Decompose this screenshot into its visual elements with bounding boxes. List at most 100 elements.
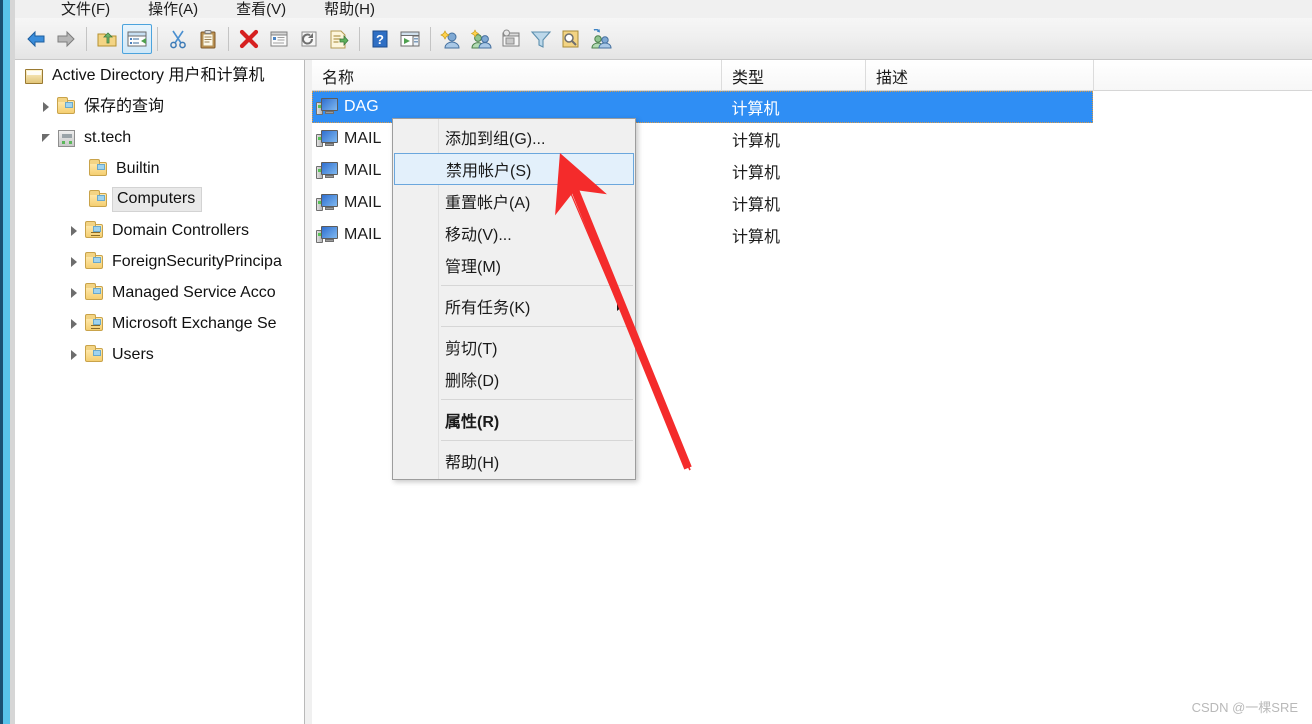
show-hide-console-tree-icon[interactable] (122, 23, 152, 54)
menu-file[interactable]: 文件(F) (61, 2, 110, 18)
context-menu-item-cut[interactable]: 剪切(T) (393, 331, 635, 363)
menu-bar: 文件(F) 操作(A) 查看(V) 帮助(H) (15, 0, 1312, 18)
context-menu-item-reset-account[interactable]: 重置帐户(A) (393, 185, 635, 217)
refresh-icon[interactable] (294, 24, 324, 54)
ou-folder-icon (83, 313, 105, 334)
menu-view[interactable]: 查看(V) (236, 2, 286, 18)
column-header-filler (1094, 60, 1312, 91)
menu-action[interactable]: 操作(A) (148, 2, 198, 18)
row-name-label: MAIL (344, 130, 382, 147)
toolbar: ? (15, 18, 1312, 60)
new-container-icon[interactable] (496, 24, 526, 54)
cell-type: 计算机 (732, 133, 781, 150)
chevron-right-icon[interactable] (65, 253, 83, 271)
svg-text:?: ? (376, 32, 384, 47)
menu-help[interactable]: 帮助(H) (324, 2, 375, 18)
context-menu-item-all-tasks[interactable]: 所有任务(K) (393, 290, 635, 322)
row-name-label: DAG (344, 98, 379, 115)
tree-item-label: Active Directory 用户和计算机 (52, 66, 265, 84)
cell-type: 计算机 (732, 229, 781, 246)
context-menu-item-move[interactable]: 移动(V)... (393, 217, 635, 249)
tree-item-label: st.tech (84, 128, 132, 146)
properties-icon[interactable] (264, 24, 294, 54)
back-icon[interactable] (21, 24, 51, 54)
tree-item-domain-st-tech[interactable]: st.tech (15, 122, 304, 153)
toolbar-separator (86, 26, 87, 51)
show-action-pane-icon[interactable] (395, 24, 425, 54)
context-menu-item-properties[interactable]: 属性(R) (393, 404, 635, 436)
column-header-type[interactable]: 类型 (722, 60, 866, 91)
tree-item-builtin[interactable]: Builtin (15, 153, 304, 184)
watermark: CSDN @一棵SRE (1191, 700, 1298, 715)
delete-icon[interactable] (234, 24, 264, 54)
console-root-icon (23, 66, 45, 86)
new-user-icon[interactable] (436, 24, 466, 54)
context-menu-separator (441, 440, 633, 441)
chevron-down-icon[interactable] (37, 129, 55, 147)
tree-item-users[interactable]: Users (15, 339, 304, 370)
filter-icon[interactable] (526, 24, 556, 54)
computer-icon (316, 224, 340, 246)
context-menu-item-disable-account[interactable]: 禁用帐户(S) (394, 153, 634, 185)
tree-item-label: Domain Controllers (112, 221, 249, 239)
context-menu-item-manage[interactable]: 管理(M) (393, 249, 635, 281)
tree-item-label: Microsoft Exchange Se (112, 314, 277, 332)
context-menu-separator (441, 326, 633, 327)
domain-icon (55, 128, 77, 148)
tree-item-label: Builtin (116, 159, 160, 177)
tree-item-label: Users (112, 345, 154, 363)
tree-item-domain-controllers[interactable]: Domain Controllers (15, 215, 304, 246)
chevron-right-icon[interactable] (65, 346, 83, 364)
row-name-label: MAIL (344, 226, 382, 243)
cell-name: DAG (312, 96, 721, 118)
cell-type: 计算机 (732, 197, 781, 214)
chevron-right-icon[interactable] (65, 284, 83, 302)
context-menu[interactable]: 添加到组(G)... 禁用帐户(S) 重置帐户(A) 移动(V)... 管理(M… (392, 118, 636, 480)
tree-item-microsoft-exchange-security-groups[interactable]: Microsoft Exchange Se (15, 308, 304, 339)
folder-icon (83, 282, 105, 303)
column-header-description[interactable]: 描述 (866, 60, 1094, 91)
tree-item-managed-service-accounts[interactable]: Managed Service Acco (15, 277, 304, 308)
row-name-label: MAIL (344, 162, 382, 179)
help-icon[interactable]: ? (365, 24, 395, 54)
toolbar-separator (430, 26, 431, 51)
folder-icon (83, 251, 105, 272)
context-menu-item-help[interactable]: 帮助(H) (393, 445, 635, 477)
folder-icon (87, 158, 109, 179)
toolbar-separator (157, 26, 158, 51)
submenu-arrow-icon (617, 301, 623, 311)
column-header-name[interactable]: 名称 (312, 60, 722, 91)
ou-folder-icon (83, 220, 105, 241)
context-menu-item-delete[interactable]: 删除(D) (393, 363, 635, 395)
tree-item-computers[interactable]: Computers (15, 184, 304, 215)
context-menu-item-add-to-group[interactable]: 添加到组(G)... (393, 121, 635, 153)
tree-item-label: Computers (112, 187, 203, 212)
find-icon[interactable] (556, 24, 586, 54)
list-column-header: 名称 类型 描述 (312, 60, 1312, 91)
window-edge-accent (3, 0, 10, 724)
forward-icon[interactable] (51, 24, 81, 54)
tree-item-foreign-security-principals[interactable]: ForeignSecurityPrincipa (15, 246, 304, 277)
console-tree-pane[interactable]: Active Directory 用户和计算机 保存的查询 st.tech Bu… (15, 60, 305, 724)
cell-type: 计算机 (732, 165, 781, 182)
chevron-right-icon[interactable] (65, 222, 83, 240)
tree-item-saved-queries[interactable]: 保存的查询 (15, 91, 304, 122)
tree-item-label: 保存的查询 (84, 97, 165, 115)
paste-icon[interactable] (193, 24, 223, 54)
row-name-label: MAIL (344, 194, 382, 211)
folder-icon (83, 344, 105, 365)
chevron-right-icon[interactable] (65, 315, 83, 333)
computer-icon (316, 128, 340, 150)
tree-item-active-directory-root[interactable]: Active Directory 用户和计算机 (15, 60, 304, 91)
cut-icon[interactable] (163, 24, 193, 54)
chevron-right-icon[interactable] (37, 98, 55, 116)
computer-icon (316, 192, 340, 214)
new-group-icon[interactable] (466, 24, 496, 54)
tree-item-label: Managed Service Acco (112, 283, 276, 301)
cell-type: 计算机 (731, 101, 780, 118)
add-member-icon[interactable] (586, 24, 616, 54)
export-list-icon[interactable] (324, 24, 354, 54)
context-menu-item-label: 所有任务(K) (445, 300, 531, 317)
pane-splitter[interactable] (305, 60, 312, 724)
up-one-level-icon[interactable] (92, 24, 122, 54)
